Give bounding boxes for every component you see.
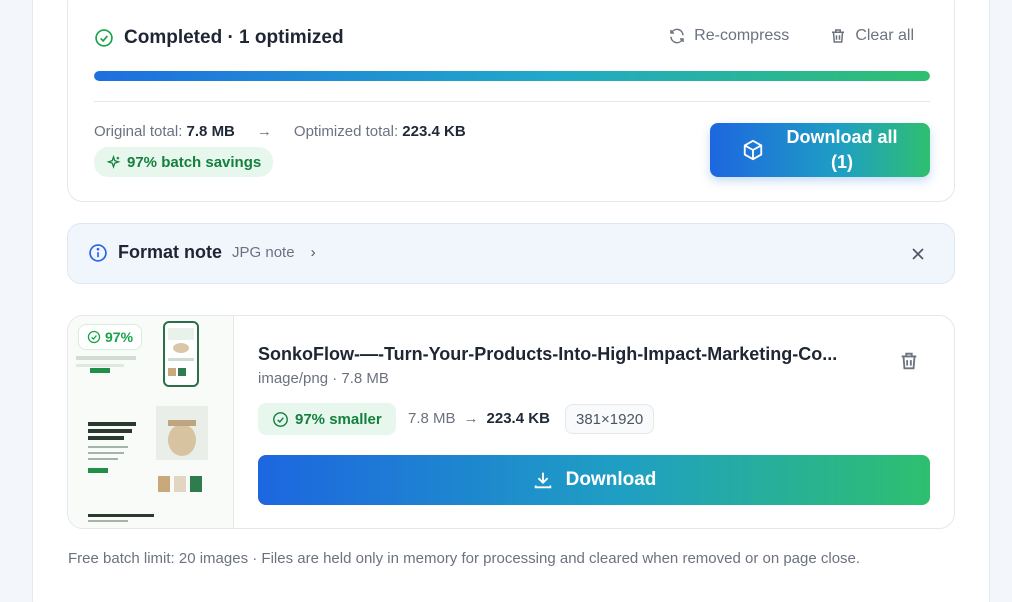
batch-savings-text: 97% batch savings (127, 153, 262, 171)
divider (94, 101, 930, 102)
trash-icon (832, 29, 845, 43)
format-note-banner: Format note JPG note › (67, 223, 955, 284)
format-note-title: Format note (118, 242, 223, 262)
refresh-icon (670, 28, 684, 44)
format-note-toggle[interactable]: Format note JPG note › (88, 242, 316, 263)
file-savings-text: 97% smaller (295, 410, 382, 428)
file-savings-badge: 97% smaller (258, 403, 396, 435)
recompress-button[interactable]: Re-compress (668, 27, 789, 45)
optimized-total-label: Optimized total: (293, 123, 399, 140)
file-name: SonkoFlow-—-Turn-Your-Products-Into-High… (258, 344, 838, 364)
download-button[interactable]: Download (258, 455, 930, 505)
check-circle-icon (87, 330, 101, 344)
clear-all-button[interactable]: Clear all (829, 27, 914, 45)
arrow-right-icon: → (463, 410, 479, 427)
download-all-label: Download all (1) (786, 125, 897, 175)
optimized-total: Optimized total: 223.4 KB (294, 123, 466, 140)
original-total-label: Original total: (94, 123, 183, 140)
clear-all-label: Clear all (855, 27, 914, 44)
file-sizes: 7.8 MB → 223.4 KB (408, 410, 550, 427)
thumb-savings-text: 97% (105, 329, 134, 345)
summary-actions: Re-compress Clear all (668, 27, 914, 45)
file-dimensions: 381×1920 (565, 404, 655, 434)
chevron-right-icon: › (310, 244, 316, 261)
file-thumbnail[interactable]: 97% (68, 316, 234, 528)
optimized-total-value: 223.4 KB (402, 123, 466, 140)
download-all-count: (1) (830, 152, 853, 172)
thumb-savings-badge: 97% (78, 324, 143, 350)
progress-bar (94, 71, 930, 81)
footer-note: Free batch limit: 20 images · Files are … (68, 550, 861, 567)
file-optimized-size: 223.4 KB (486, 410, 550, 427)
original-total-value: 7.8 MB (186, 123, 235, 140)
recompress-label: Re-compress (694, 27, 790, 44)
status-text: Completed · 1 optimized (124, 27, 344, 48)
progress-fill (94, 71, 930, 81)
download-icon (534, 472, 551, 489)
sparkle-icon (106, 154, 121, 169)
download-all-button[interactable]: Download all (1) (710, 123, 930, 177)
file-original-size: 7.8 MB (408, 410, 456, 427)
check-circle-icon (95, 29, 113, 47)
download-label: Download (565, 469, 657, 490)
totals-row: Original total: 7.8 MB → Optimized total… (94, 123, 466, 140)
file-meta: image/png · 7.8 MB (258, 370, 389, 387)
check-circle-icon (273, 411, 288, 427)
package-icon (744, 139, 763, 161)
download-all-text: Download all (786, 127, 898, 147)
info-icon (89, 243, 107, 262)
remove-file-trash-icon[interactable] (898, 350, 920, 372)
format-note-subtitle: JPG note (232, 244, 295, 261)
file-card: 97% SonkoFlow-—-Turn-Your-Products-Into-… (67, 315, 955, 529)
original-total: Original total: 7.8 MB (94, 123, 235, 140)
arrow-right-icon: → (256, 123, 272, 140)
batch-summary-card: Completed · 1 optimized Re-compress Clea… (67, 0, 955, 202)
close-icon[interactable] (908, 244, 928, 264)
status-row: Completed · 1 optimized (94, 27, 344, 49)
batch-savings-badge: 97% batch savings (94, 147, 274, 177)
